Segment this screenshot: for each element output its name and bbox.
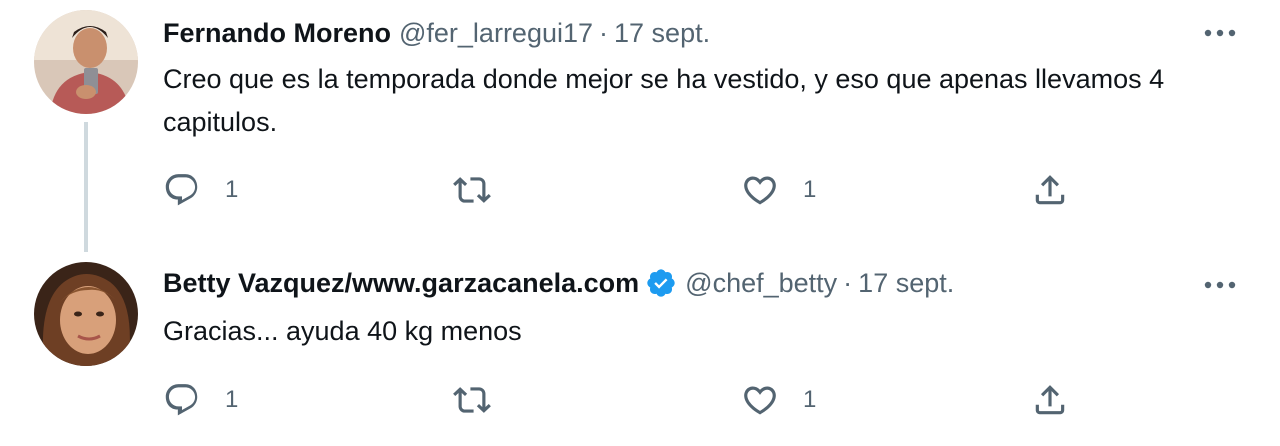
author-handle[interactable]: @fer_larregui17	[399, 16, 593, 50]
author-name[interactable]: Betty Vazquez/www.garzacanela.com	[163, 266, 639, 300]
tweet-header: Fernando Moreno @fer_larregui17 · 17 sep…	[163, 16, 710, 50]
like-button[interactable]: 1	[741, 380, 816, 420]
heart-icon	[744, 386, 776, 415]
more-icon[interactable]	[1200, 18, 1240, 48]
heart-icon	[744, 176, 776, 205]
retweet-icon	[453, 177, 491, 203]
verified-badge-icon	[645, 267, 677, 299]
author-handle[interactable]: @chef_betty	[685, 266, 837, 300]
tweet-date[interactable]: 17 sept.	[858, 266, 954, 300]
like-count: 1	[803, 176, 817, 203]
reply-icon	[165, 174, 198, 206]
tweet-actions: 1 1	[163, 170, 1163, 210]
tweet[interactable]: Fernando Moreno @fer_larregui17 · 17 sep…	[0, 0, 1280, 252]
retweet-icon	[453, 387, 491, 413]
avatar[interactable]	[34, 10, 138, 114]
tweet-text: Gracias... ayuda 40 kg menos	[163, 316, 522, 346]
reply-button[interactable]: 1	[163, 170, 238, 210]
like-count: 1	[803, 386, 817, 413]
tweet-actions: 1 1	[163, 380, 1163, 420]
share-icon	[1035, 385, 1065, 415]
tweet[interactable]: Betty Vazquez/www.garzacanela.com @chef_…	[0, 250, 1280, 446]
tweet-date[interactable]: 17 sept.	[614, 16, 710, 50]
thread-line	[84, 122, 88, 252]
more-icon[interactable]	[1200, 270, 1240, 300]
tweet-header: Betty Vazquez/www.garzacanela.com @chef_…	[163, 266, 954, 300]
separator: ·	[599, 18, 609, 48]
reply-icon	[165, 384, 198, 416]
reply-button[interactable]: 1	[163, 380, 238, 420]
like-button[interactable]: 1	[741, 170, 816, 210]
avatar[interactable]	[34, 262, 138, 366]
share-button[interactable]	[1031, 170, 1069, 210]
share-button[interactable]	[1031, 380, 1069, 420]
separator: ·	[843, 268, 853, 298]
retweet-button[interactable]	[453, 380, 515, 420]
reply-count: 1	[225, 386, 239, 413]
share-icon	[1035, 175, 1065, 205]
tweet-text: Creo que es la temporada donde mejor se …	[163, 64, 1165, 137]
reply-count: 1	[225, 176, 239, 203]
author-name[interactable]: Fernando Moreno	[163, 16, 391, 50]
retweet-button[interactable]	[453, 170, 515, 210]
